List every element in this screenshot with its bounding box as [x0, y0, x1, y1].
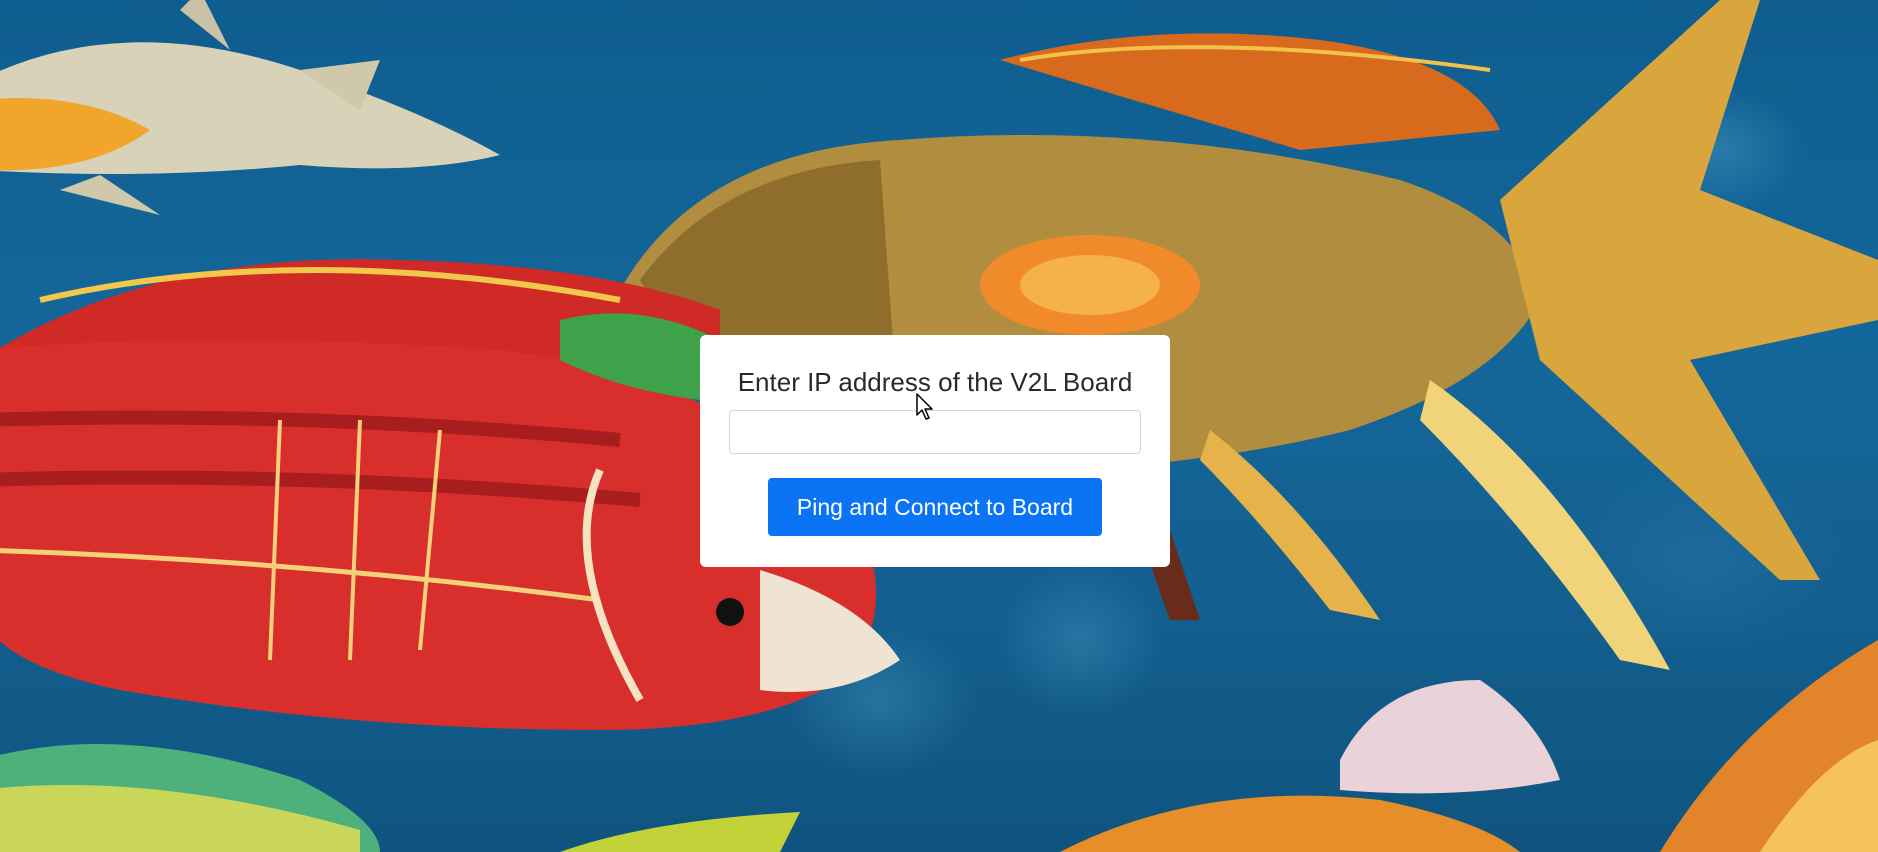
mouse-cursor-icon	[916, 393, 936, 426]
connect-dialog: Enter IP address of the V2L Board Ping a…	[700, 335, 1170, 567]
ping-connect-button[interactable]: Ping and Connect to Board	[768, 478, 1102, 536]
pale-fish-top-left	[0, 0, 500, 215]
